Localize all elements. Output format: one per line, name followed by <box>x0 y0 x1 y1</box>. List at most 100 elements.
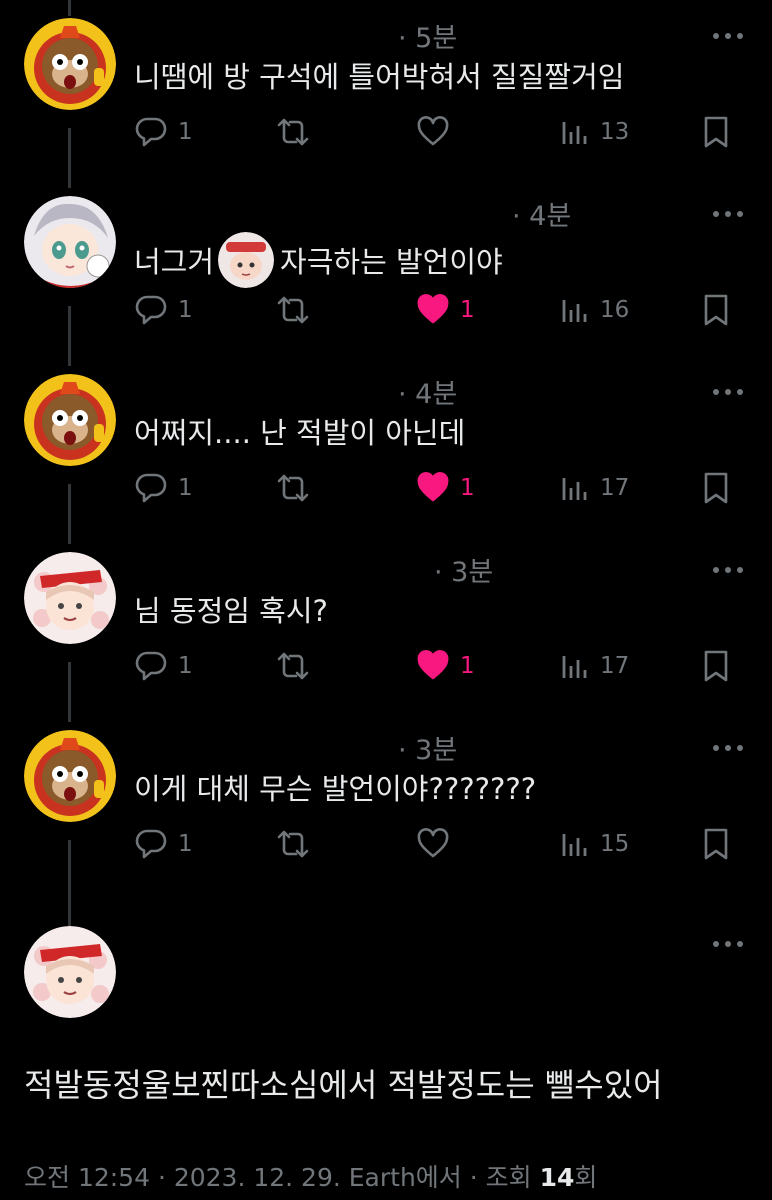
post-text: 어쩌지.... 난 적발이 아닌데 <box>134 410 465 452</box>
reply-post[interactable]: · 3분 님 동정임 혹시? 1 1 17 <box>0 534 772 712</box>
post-text: 이게 대체 무슨 발언이야??????? <box>134 766 536 808</box>
post-text-after: 자극하는 발언이야 <box>280 245 503 279</box>
avatar[interactable] <box>24 926 116 1018</box>
view-count: 17 <box>600 475 630 501</box>
reply-post[interactable]: · 3분 이게 대체 무슨 발언이야??????? 1 15 <box>0 712 772 890</box>
repost-button[interactable] <box>276 646 310 686</box>
reply-post[interactable]: · 4분 어쩌지.... 난 적발이 아닌데 1 1 17 <box>0 356 772 534</box>
post-time[interactable]: · 4분 <box>512 194 571 233</box>
views-icon <box>562 478 587 500</box>
more-options-icon[interactable] <box>712 562 744 576</box>
views-button[interactable]: 15 <box>560 824 629 864</box>
views-button[interactable]: 13 <box>560 112 629 152</box>
avatar[interactable] <box>24 374 116 466</box>
views-button[interactable]: 17 <box>560 646 629 686</box>
reply-count: 1 <box>178 297 193 323</box>
more-options-icon[interactable] <box>712 740 744 754</box>
views-icon <box>562 834 587 856</box>
like-button[interactable] <box>416 112 460 152</box>
inline-image <box>218 232 275 288</box>
bookmark-button[interactable] <box>702 468 730 508</box>
reply-post[interactable]: · 5분 니땜에 방 구석에 틀어박혀서 질질짤거임 1 13 <box>0 0 772 178</box>
reply-button[interactable]: 1 <box>134 290 193 330</box>
reply-count: 1 <box>178 831 193 857</box>
post-metadata: 오전 12:54 · 2023. 12. 29. Earth에서 · 조회 14… <box>24 1158 597 1194</box>
post-text: 님 동정임 혹시? <box>134 588 328 630</box>
bookmark-button[interactable] <box>702 824 730 864</box>
main-post <box>0 908 772 1200</box>
bookmark-icon <box>704 116 728 148</box>
action-bar: 1 13 <box>0 112 772 152</box>
heart-filled-icon <box>417 650 449 680</box>
repost-icon <box>277 118 309 146</box>
reply-count: 1 <box>178 475 193 501</box>
avatar[interactable] <box>24 730 116 822</box>
views-button[interactable]: 16 <box>560 290 629 330</box>
repost-icon <box>277 830 309 858</box>
avatar[interactable] <box>24 196 116 288</box>
reply-icon <box>135 295 167 325</box>
views-icon <box>562 656 587 678</box>
post-time[interactable]: · 3분 <box>434 550 493 589</box>
post-text: 니땜에 방 구석에 틀어박혀서 질질짤거임 <box>134 54 624 96</box>
view-count: 17 <box>600 653 630 679</box>
reply-post[interactable]: · 4분 너그거 자극하는 발언이야 1 1 16 <box>0 178 772 356</box>
view-count: 13 <box>600 119 630 145</box>
repost-button[interactable] <box>276 112 310 152</box>
avatar[interactable] <box>24 18 116 110</box>
action-bar: 1 1 17 <box>0 646 772 686</box>
like-button[interactable] <box>416 824 460 864</box>
action-bar: 1 1 17 <box>0 468 772 508</box>
view-count: 16 <box>600 297 630 323</box>
like-count: 1 <box>460 653 475 679</box>
action-bar: 1 1 16 <box>0 290 772 330</box>
main-view-count: 14 <box>539 1163 575 1192</box>
more-options-icon[interactable] <box>712 936 744 950</box>
heart-filled-icon <box>417 294 449 324</box>
reply-button[interactable]: 1 <box>134 112 193 152</box>
post-text-before: 너그거 <box>134 245 215 279</box>
bookmark-icon <box>704 472 728 504</box>
action-bar: 1 15 <box>0 824 772 864</box>
bookmark-button[interactable] <box>702 646 730 686</box>
post-time[interactable]: · 5분 <box>398 16 457 55</box>
repost-icon <box>277 652 309 680</box>
reply-icon <box>135 117 167 147</box>
repost-button[interactable] <box>276 824 310 864</box>
post-text-content: 이게 대체 무슨 발언이야??????? <box>134 772 537 806</box>
like-count: 1 <box>460 475 475 501</box>
more-options-icon[interactable] <box>712 28 744 42</box>
view-suffix: 회 <box>574 1163 598 1192</box>
heart-icon <box>417 116 449 146</box>
reply-icon <box>135 829 167 859</box>
reply-icon <box>135 651 167 681</box>
post-time[interactable]: · 3분 <box>398 728 457 767</box>
repost-button[interactable] <box>276 468 310 508</box>
post-time[interactable]: · 4분 <box>398 372 457 411</box>
like-button[interactable]: 1 <box>416 646 475 686</box>
reply-button[interactable]: 1 <box>134 646 193 686</box>
repost-icon <box>277 296 309 324</box>
reply-button[interactable]: 1 <box>134 468 193 508</box>
reply-button[interactable]: 1 <box>134 824 193 864</box>
post-text: 너그거 자극하는 발언이야 <box>134 232 503 288</box>
avatar[interactable] <box>24 552 116 644</box>
bookmark-button[interactable] <box>702 290 730 330</box>
bookmark-button[interactable] <box>702 112 730 152</box>
bookmark-icon <box>704 650 728 682</box>
like-button[interactable]: 1 <box>416 290 475 330</box>
heart-filled-icon <box>417 472 449 502</box>
heart-icon <box>417 828 449 858</box>
views-button[interactable]: 17 <box>560 468 629 508</box>
more-options-icon[interactable] <box>712 384 744 398</box>
post-text-content: 니땜에 방 구석에 틀어박혀서 질질짤거임 <box>134 60 625 94</box>
repost-button[interactable] <box>276 290 310 330</box>
post-timestamp[interactable]: 오전 12:54 · 2023. 12. 29. Earth에서 · 조회 <box>24 1163 540 1192</box>
views-icon <box>562 300 587 322</box>
post-text-content: 님 동정임 혹시? <box>134 594 328 628</box>
reply-icon <box>135 473 167 503</box>
like-count: 1 <box>460 297 475 323</box>
reply-count: 1 <box>178 119 193 145</box>
more-options-icon[interactable] <box>712 206 744 220</box>
like-button[interactable]: 1 <box>416 468 475 508</box>
